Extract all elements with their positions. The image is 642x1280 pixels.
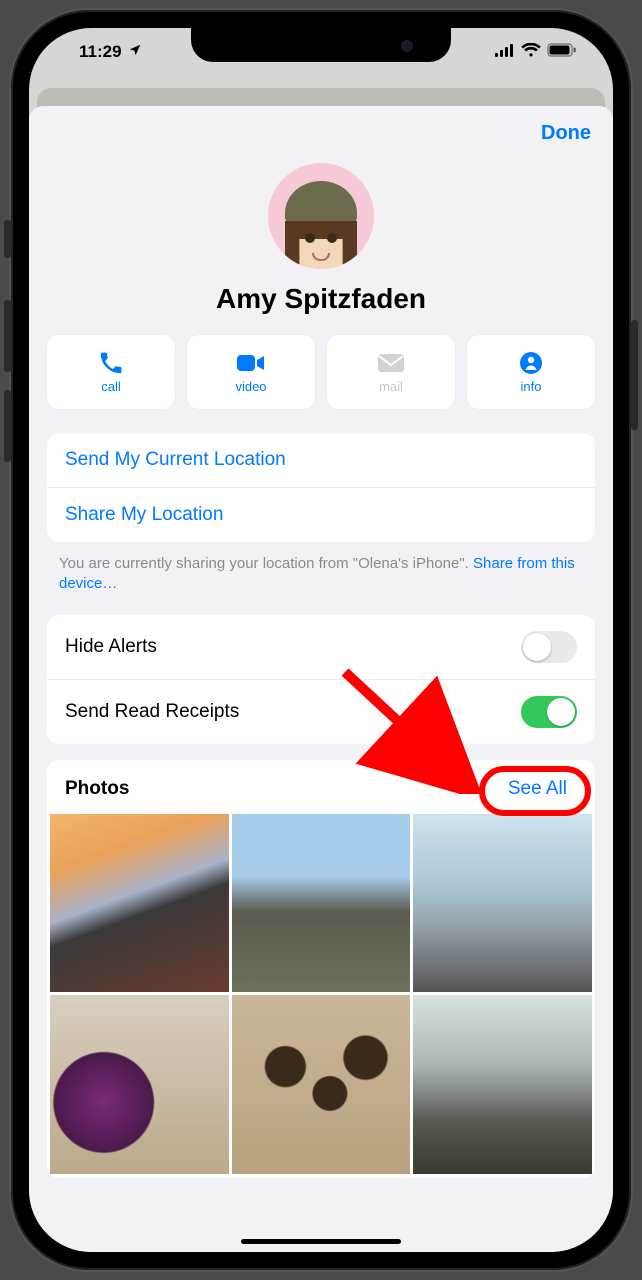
hide-alerts-row: Hide Alerts bbox=[47, 615, 595, 679]
mute-switch[interactable] bbox=[4, 220, 11, 258]
memoji-icon bbox=[291, 203, 351, 269]
home-indicator[interactable] bbox=[241, 1239, 401, 1244]
video-label: video bbox=[235, 379, 266, 394]
hide-alerts-toggle[interactable] bbox=[521, 631, 577, 663]
info-icon bbox=[517, 351, 545, 375]
location-footnote: You are currently sharing your location … bbox=[29, 542, 613, 609]
photo-thumbnail[interactable] bbox=[232, 995, 411, 1174]
wifi-icon bbox=[521, 42, 541, 62]
info-label: info bbox=[521, 379, 542, 394]
status-time: 11:29 bbox=[79, 42, 122, 62]
mail-button: mail bbox=[327, 335, 455, 409]
quick-actions-row: call video mail bbox=[29, 315, 613, 427]
info-button[interactable]: info bbox=[467, 335, 595, 409]
phone-icon bbox=[97, 351, 125, 375]
contact-header: Amy Spitzfaden bbox=[29, 163, 613, 315]
send-current-location-row[interactable]: Send My Current Location bbox=[47, 433, 595, 487]
device-frame: 11:29 Done bbox=[11, 10, 631, 1270]
call-button[interactable]: call bbox=[47, 335, 175, 409]
contact-details-sheet: Done Amy Spitzfaden bbox=[29, 106, 613, 1252]
photo-thumbnail[interactable] bbox=[50, 995, 229, 1174]
footnote-text: You are currently sharing your location … bbox=[59, 555, 473, 572]
send-current-location-label: Send My Current Location bbox=[65, 449, 286, 471]
video-button[interactable]: video bbox=[187, 335, 315, 409]
video-icon bbox=[237, 351, 265, 375]
share-my-location-row[interactable]: Share My Location bbox=[47, 487, 595, 542]
notch bbox=[191, 28, 451, 62]
call-label: call bbox=[101, 379, 121, 394]
avatar[interactable] bbox=[268, 163, 374, 269]
photo-thumbnail[interactable] bbox=[413, 995, 592, 1174]
battery-icon bbox=[547, 42, 577, 62]
mail-icon bbox=[377, 351, 405, 375]
cellular-signal-icon bbox=[495, 42, 515, 62]
location-actions-card: Send My Current Location Share My Locati… bbox=[47, 433, 595, 542]
volume-up-button[interactable] bbox=[4, 300, 11, 372]
alerts-card: Hide Alerts Send Read Receipts bbox=[47, 615, 595, 744]
see-all-button[interactable]: See All bbox=[498, 774, 577, 804]
power-button[interactable] bbox=[631, 320, 638, 430]
contact-name: Amy Spitzfaden bbox=[216, 283, 426, 315]
hide-alerts-label: Hide Alerts bbox=[65, 636, 157, 658]
photo-thumbnail[interactable] bbox=[413, 814, 592, 993]
photo-grid bbox=[47, 814, 595, 1174]
location-services-icon bbox=[128, 42, 142, 62]
photo-thumbnail[interactable] bbox=[50, 814, 229, 993]
photos-card: Photos See All bbox=[47, 760, 595, 1178]
share-my-location-label: Share My Location bbox=[65, 504, 223, 526]
mail-label: mail bbox=[379, 379, 403, 394]
screen: 11:29 Done bbox=[29, 28, 613, 1252]
volume-down-button[interactable] bbox=[4, 390, 11, 462]
read-receipts-label: Send Read Receipts bbox=[65, 701, 239, 723]
read-receipts-toggle[interactable] bbox=[521, 696, 577, 728]
photo-thumbnail[interactable] bbox=[232, 814, 411, 993]
photos-title: Photos bbox=[65, 778, 129, 800]
read-receipts-row: Send Read Receipts bbox=[47, 679, 595, 744]
done-button[interactable]: Done bbox=[541, 122, 591, 145]
